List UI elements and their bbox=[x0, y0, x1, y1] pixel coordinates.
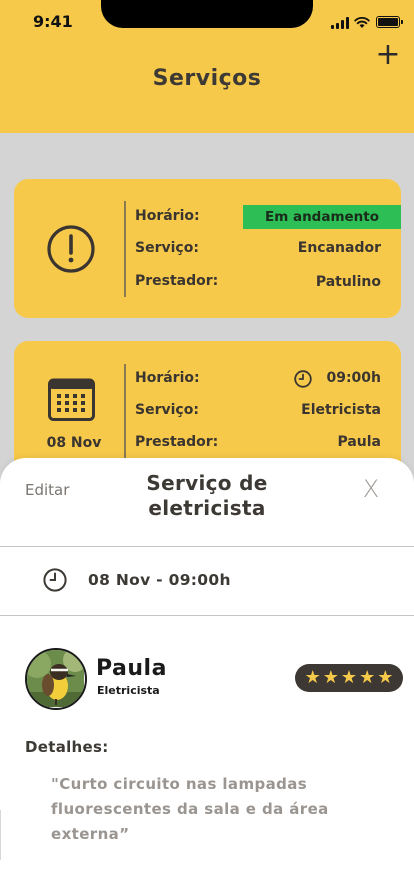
service-label: Serviço: bbox=[135, 402, 199, 418]
star-icon: ★ bbox=[377, 667, 394, 688]
card-divider bbox=[124, 364, 126, 464]
close-button[interactable]: X bbox=[358, 476, 384, 502]
page-title: Serviços bbox=[152, 66, 262, 91]
service-detail-sheet: Editar Serviço de eletricista X 08 Nov -… bbox=[0, 458, 414, 896]
service-datetime: 08 Nov - 09:00h bbox=[88, 571, 231, 589]
add-service-button[interactable]: + bbox=[374, 40, 402, 70]
clock-icon bbox=[43, 568, 67, 592]
service-value: Eletricista bbox=[301, 402, 381, 418]
details-divider bbox=[0, 810, 1, 860]
star-icon: ★ bbox=[340, 667, 358, 688]
calendar-icon bbox=[48, 378, 95, 421]
clock-icon bbox=[294, 370, 312, 388]
status-time: 9:41 bbox=[33, 12, 73, 31]
battery-icon bbox=[376, 16, 403, 28]
provider-label: Prestador: bbox=[135, 273, 219, 289]
time-value: 09:00h bbox=[326, 370, 381, 386]
provider-label: Prestador: bbox=[135, 434, 219, 450]
provider-value: Paula bbox=[337, 434, 381, 450]
time-label: Horário: bbox=[135, 370, 200, 386]
divider bbox=[0, 546, 414, 547]
time-label: Horário: bbox=[135, 208, 200, 224]
alert-circle-icon bbox=[47, 225, 95, 273]
edit-button[interactable]: Editar bbox=[25, 481, 69, 499]
rating-stars: ★ ★ ★ ★ ★ bbox=[295, 664, 403, 692]
cellular-signal-icon bbox=[331, 17, 351, 29]
star-icon: ★ bbox=[322, 667, 339, 688]
details-text: "Curto circuito nas lampadas fluorescent… bbox=[51, 775, 329, 843]
status-bar: 9:41 bbox=[0, 0, 414, 44]
service-value: Encanador bbox=[297, 240, 381, 256]
provider-value: Patulino bbox=[315, 274, 381, 290]
card-divider bbox=[124, 201, 126, 297]
provider-role: Eletricista bbox=[97, 684, 160, 697]
status-badge: Em andamento bbox=[243, 205, 401, 229]
star-icon: ★ bbox=[359, 667, 376, 688]
sheet-title: Serviço de eletricista bbox=[146, 471, 268, 520]
service-card[interactable]: Horário: Em andamento Serviço: Encanador… bbox=[14, 179, 401, 318]
service-label: Serviço: bbox=[135, 240, 199, 256]
details-label: Detalhes: bbox=[25, 738, 109, 756]
device-notch bbox=[101, 0, 313, 28]
avatar bbox=[25, 648, 87, 710]
bird-photo bbox=[27, 650, 85, 707]
wifi-icon bbox=[354, 16, 370, 28]
star-icon: ★ bbox=[304, 667, 321, 688]
card-date: 08 Nov bbox=[46, 435, 102, 451]
divider bbox=[0, 615, 414, 616]
provider-name: Paula bbox=[96, 656, 167, 681]
